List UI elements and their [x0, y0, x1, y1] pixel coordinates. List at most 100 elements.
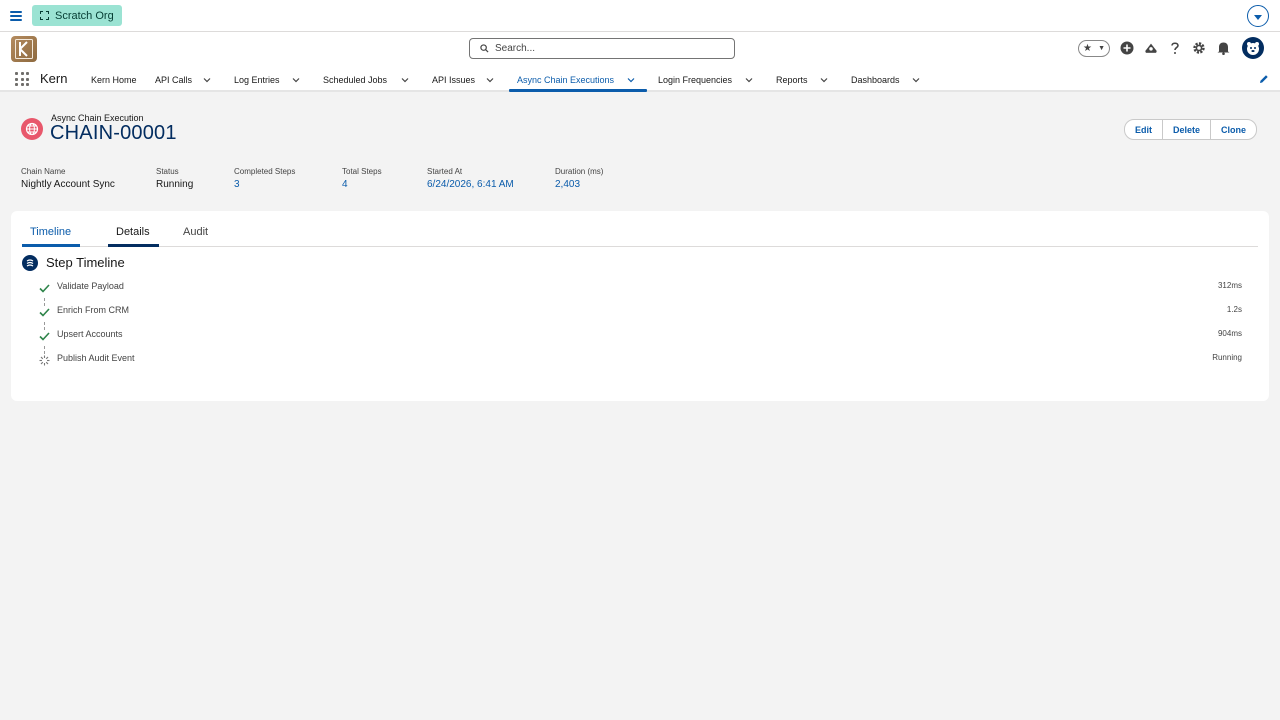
global-search-input[interactable]: Search... — [469, 38, 735, 59]
active-tab-underline — [509, 89, 647, 92]
page-title: CHAIN-00001 — [50, 122, 177, 144]
org-badge-label: Scratch Org — [55, 9, 114, 22]
edit-nav-pencil-icon[interactable] — [1259, 74, 1269, 84]
field-completed-steps: Completed Steps 3 — [234, 167, 342, 190]
tab-scheduled-jobs[interactable]: Scheduled Jobs — [323, 68, 409, 92]
tab-log-entries[interactable]: Log Entries — [234, 68, 300, 92]
dashed-square-icon — [40, 11, 49, 20]
chevron-down-icon[interactable] — [292, 76, 300, 84]
step-duration: 904ms — [1217, 329, 1242, 338]
k-logo-icon — [15, 39, 33, 59]
tab-dashboards[interactable]: Dashboards — [851, 68, 920, 92]
chevron-down-icon[interactable] — [486, 76, 494, 84]
step-duration: 312ms — [1217, 281, 1242, 290]
help-icon[interactable] — [1168, 41, 1182, 55]
menu-icon[interactable] — [10, 9, 22, 23]
bell-icon[interactable] — [1216, 41, 1230, 55]
field-value: Running — [156, 179, 194, 190]
edit-button[interactable]: Edit — [1124, 119, 1163, 140]
chevron-down-icon[interactable] — [203, 76, 211, 84]
section-title: Step Timeline — [46, 255, 125, 270]
tab-label: Kern Home — [91, 75, 137, 85]
field-value: 6/24/2026, 6:41 AM — [427, 179, 514, 190]
timeline-step: Validate Payload 312ms — [39, 281, 1242, 297]
field-status: Status Running — [156, 167, 234, 190]
header-utilities: ★ ▼ — [1078, 37, 1264, 59]
step-duration: Running — [1212, 353, 1242, 362]
record-tabs: Timeline Details Audit — [22, 226, 1258, 247]
tab-label: Reports — [776, 75, 808, 85]
top-strip: Scratch Org — [0, 0, 1280, 32]
clone-button[interactable]: Clone — [1210, 119, 1258, 140]
field-label: Chain Name — [21, 167, 66, 176]
app-navigation: Kern Kern Home API Calls Log Entries Sch… — [0, 68, 1280, 92]
record-detail-card: Timeline Details Audit Step Timeline Val… — [11, 211, 1269, 401]
search-icon — [480, 44, 489, 53]
tab-kern-home[interactable]: Kern Home — [91, 68, 137, 92]
field-chain-name: Chain Name Nightly Account Sync — [21, 167, 156, 190]
field-label: Duration (ms) — [555, 167, 604, 176]
app-launcher-icon[interactable] — [15, 72, 29, 86]
field-value: 4 — [342, 179, 348, 190]
star-icon: ★ — [1083, 42, 1092, 54]
tab-async-chain-executions[interactable]: Async Chain Executions — [509, 68, 647, 92]
tab-label: Log Entries — [234, 75, 280, 85]
org-badge[interactable]: Scratch Org — [32, 5, 122, 26]
field-value: 3 — [234, 179, 240, 190]
check-icon — [39, 308, 50, 317]
global-actions-icon[interactable] — [1120, 41, 1134, 55]
check-icon — [39, 284, 50, 293]
tab-label: API Issues — [432, 75, 476, 85]
chevron-down-icon[interactable] — [820, 76, 828, 84]
field-label: Status — [156, 167, 179, 176]
app-logo[interactable] — [11, 36, 37, 62]
tab-label: API Calls — [155, 75, 193, 85]
timeline-step: Enrich From CRM 1.2s — [39, 305, 1242, 321]
tab-label: Dashboards — [851, 75, 900, 85]
favorites-chevron-icon[interactable]: ▼ — [1098, 45, 1105, 52]
tab-label: Timeline — [30, 226, 72, 238]
record-actions: Edit Delete Clone — [1124, 119, 1258, 140]
tab-api-issues[interactable]: API Issues — [432, 68, 494, 92]
record-type-icon — [21, 118, 43, 140]
user-avatar-icon — [1247, 42, 1259, 55]
tab-label: Login Frequencies — [658, 75, 733, 85]
tab-login-frequencies[interactable]: Login Frequencies — [658, 68, 753, 92]
tab-details[interactable]: Details — [108, 226, 159, 247]
step-name: Publish Audit Event — [57, 353, 135, 363]
tab-label: Async Chain Executions — [517, 75, 615, 85]
tab-underline — [22, 244, 80, 247]
tab-reports[interactable]: Reports — [776, 68, 828, 92]
step-duration: 1.2s — [1226, 305, 1242, 314]
field-value: Nightly Account Sync — [21, 179, 115, 190]
step-name: Upsert Accounts — [57, 329, 123, 339]
tab-label: Audit — [183, 226, 209, 238]
delete-button[interactable]: Delete — [1162, 119, 1212, 140]
app-name: Kern — [40, 71, 68, 86]
field-label: Completed Steps — [234, 167, 296, 176]
tab-timeline[interactable]: Timeline — [22, 226, 80, 247]
tab-audit[interactable]: Audit — [183, 226, 208, 246]
avatar[interactable] — [1242, 37, 1264, 59]
setup-dropdown-button[interactable] — [1247, 5, 1269, 27]
trailhead-icon[interactable] — [1144, 41, 1158, 55]
highlight-fields: Chain Name Nightly Account Sync Status R… — [21, 167, 645, 190]
chevron-down-icon[interactable] — [745, 76, 753, 84]
timeline-step: Upsert Accounts 904ms — [39, 329, 1242, 345]
timeline-step: Publish Audit Event Running — [39, 353, 1242, 369]
tab-api-calls[interactable]: API Calls — [155, 68, 211, 92]
tab-label: Scheduled Jobs — [323, 75, 388, 85]
chevron-down-icon[interactable] — [912, 76, 920, 84]
gear-icon[interactable] — [1192, 41, 1206, 55]
chevron-down-icon[interactable] — [401, 76, 409, 84]
favorites-button[interactable]: ★ ▼ — [1078, 39, 1110, 57]
timeline-section-icon — [22, 255, 38, 271]
field-started-at: Started At 6/24/2026, 6:41 AM — [427, 167, 555, 190]
step-name: Validate Payload — [57, 281, 124, 291]
field-label: Total Steps — [342, 167, 382, 176]
tab-underline — [108, 244, 159, 247]
check-icon — [39, 332, 50, 341]
chevron-down-icon[interactable] — [627, 76, 635, 84]
step-name: Enrich From CRM — [57, 305, 130, 315]
spinner-icon — [39, 355, 50, 366]
